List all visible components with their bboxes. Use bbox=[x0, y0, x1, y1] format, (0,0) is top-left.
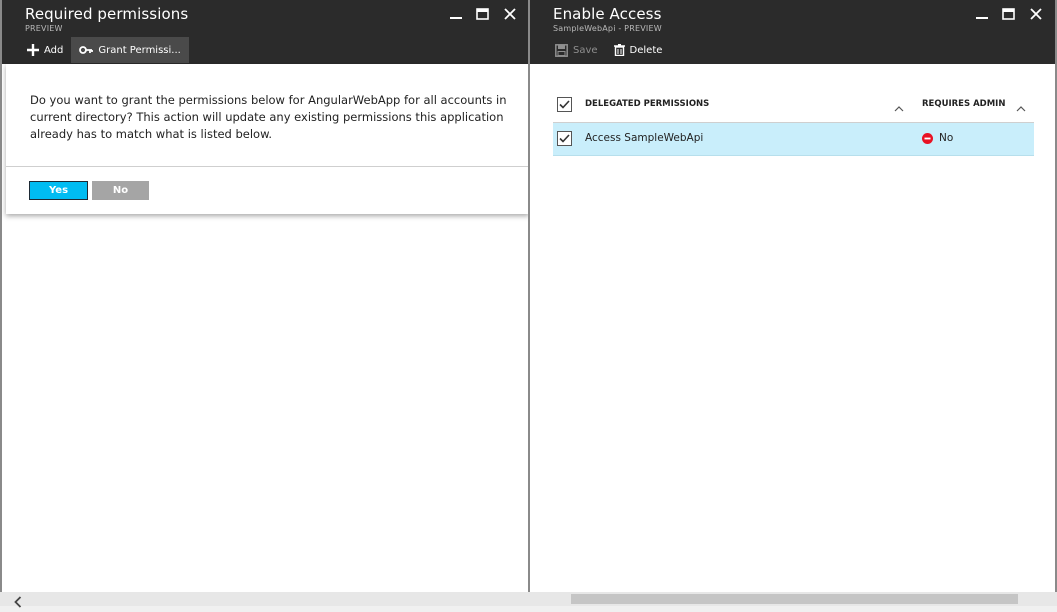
chevron-up-icon[interactable] bbox=[1016, 98, 1026, 117]
grant-permissions-button[interactable]: Grant Permissi... bbox=[71, 37, 189, 63]
command-bar: Save Delete bbox=[547, 37, 670, 63]
maximize-icon[interactable] bbox=[469, 6, 496, 22]
requires-admin-value: No bbox=[939, 132, 954, 144]
blade-header: Required permissions PREVIEW Add Grant P… bbox=[2, 0, 529, 64]
row-checkbox[interactable] bbox=[557, 131, 572, 146]
dialog-message: Do you want to grant the permissions bel… bbox=[30, 93, 507, 141]
maximize-icon[interactable] bbox=[995, 6, 1022, 22]
blade-subtitle: PREVIEW bbox=[25, 24, 63, 33]
required-permissions-blade: Required permissions PREVIEW Add Grant P… bbox=[0, 0, 529, 592]
blade-header: Enable Access SampleWebApi - PREVIEW Sav… bbox=[530, 0, 1055, 64]
trash-icon bbox=[613, 44, 625, 56]
key-icon bbox=[79, 46, 94, 54]
save-label: Save bbox=[573, 44, 598, 56]
horizontal-scrollbar[interactable] bbox=[0, 592, 1057, 608]
add-label: Add bbox=[44, 44, 64, 56]
window-controls bbox=[968, 6, 1049, 22]
scrollbar-thumb[interactable] bbox=[571, 594, 1018, 604]
select-all-checkbox[interactable] bbox=[557, 97, 572, 112]
save-button[interactable]: Save bbox=[547, 37, 606, 63]
permission-name: Access SampleWebApi bbox=[585, 132, 704, 144]
chevron-left-icon[interactable] bbox=[14, 593, 22, 612]
add-button[interactable]: Add bbox=[19, 37, 71, 63]
permissions-table: DELEGATED PERMISSIONS REQUIRES ADMIN Acc… bbox=[553, 92, 1034, 156]
plus-icon bbox=[27, 44, 39, 56]
grant-permissions-label: Grant Permissi... bbox=[98, 44, 181, 56]
save-icon bbox=[555, 43, 568, 57]
blade-subtitle: SampleWebApi - PREVIEW bbox=[553, 24, 662, 33]
table-row[interactable]: Access SampleWebApi No bbox=[553, 123, 1034, 156]
delete-label: Delete bbox=[629, 44, 663, 56]
chevron-up-icon[interactable] bbox=[894, 98, 904, 117]
no-button[interactable]: No bbox=[92, 181, 149, 200]
column-header-requires-admin[interactable]: REQUIRES ADMIN bbox=[922, 99, 1005, 109]
delete-button[interactable]: Delete bbox=[606, 37, 671, 63]
minimize-icon[interactable] bbox=[968, 6, 995, 22]
yes-button[interactable]: Yes bbox=[29, 181, 88, 200]
grant-permissions-dialog: Do you want to grant the permissions bel… bbox=[6, 64, 529, 214]
window-controls bbox=[442, 6, 523, 22]
close-icon[interactable] bbox=[1022, 6, 1049, 22]
requires-admin-cell: No bbox=[922, 132, 953, 144]
minimize-icon[interactable] bbox=[442, 6, 469, 22]
column-header-delegated-permissions[interactable]: DELEGATED PERMISSIONS bbox=[585, 99, 709, 109]
command-bar: Add Grant Permissi... bbox=[19, 37, 189, 63]
blade-title: Required permissions bbox=[25, 5, 189, 23]
close-icon[interactable] bbox=[496, 6, 523, 22]
blocked-icon bbox=[922, 132, 933, 144]
table-header: DELEGATED PERMISSIONS REQUIRES ADMIN bbox=[553, 92, 1034, 123]
blade-title: Enable Access bbox=[553, 5, 662, 23]
dialog-divider bbox=[6, 166, 529, 167]
enable-access-blade: Enable Access SampleWebApi - PREVIEW Sav… bbox=[528, 0, 1055, 592]
